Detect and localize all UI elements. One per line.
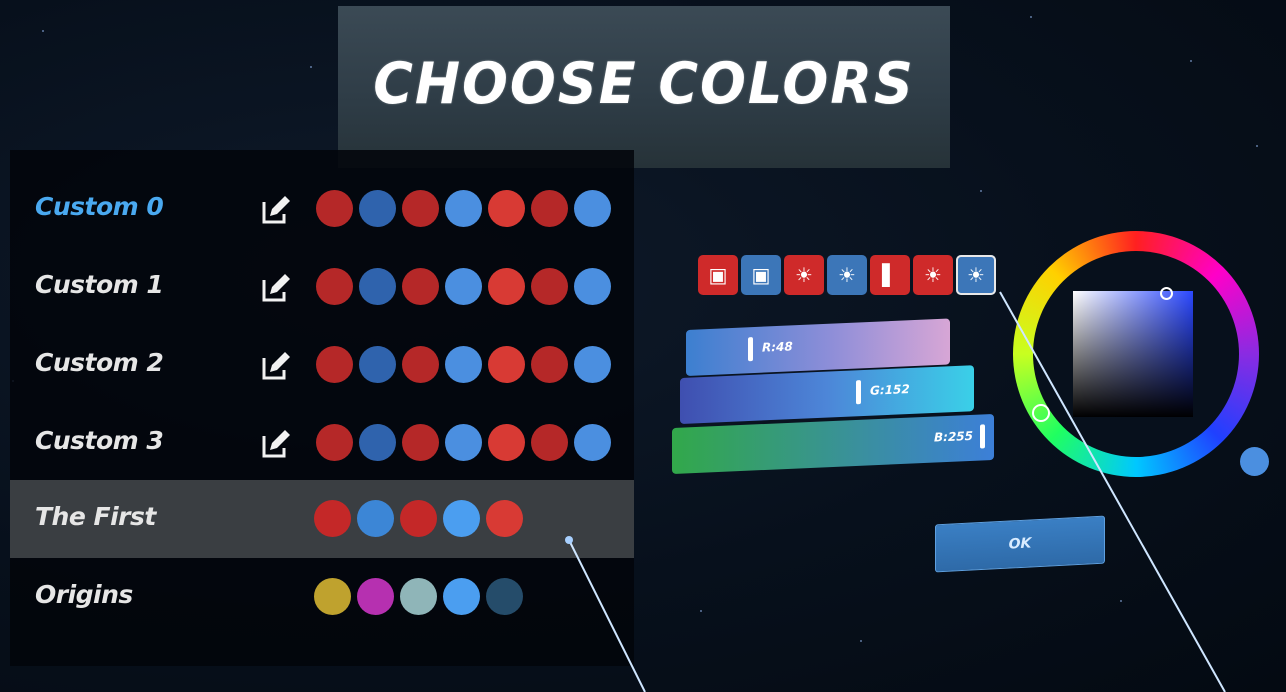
pointer-lasers: [565, 291, 1226, 692]
left-pointer-laser: [568, 539, 646, 692]
left-pointer-dot: [565, 536, 573, 544]
right-pointer-laser: [999, 291, 1226, 692]
